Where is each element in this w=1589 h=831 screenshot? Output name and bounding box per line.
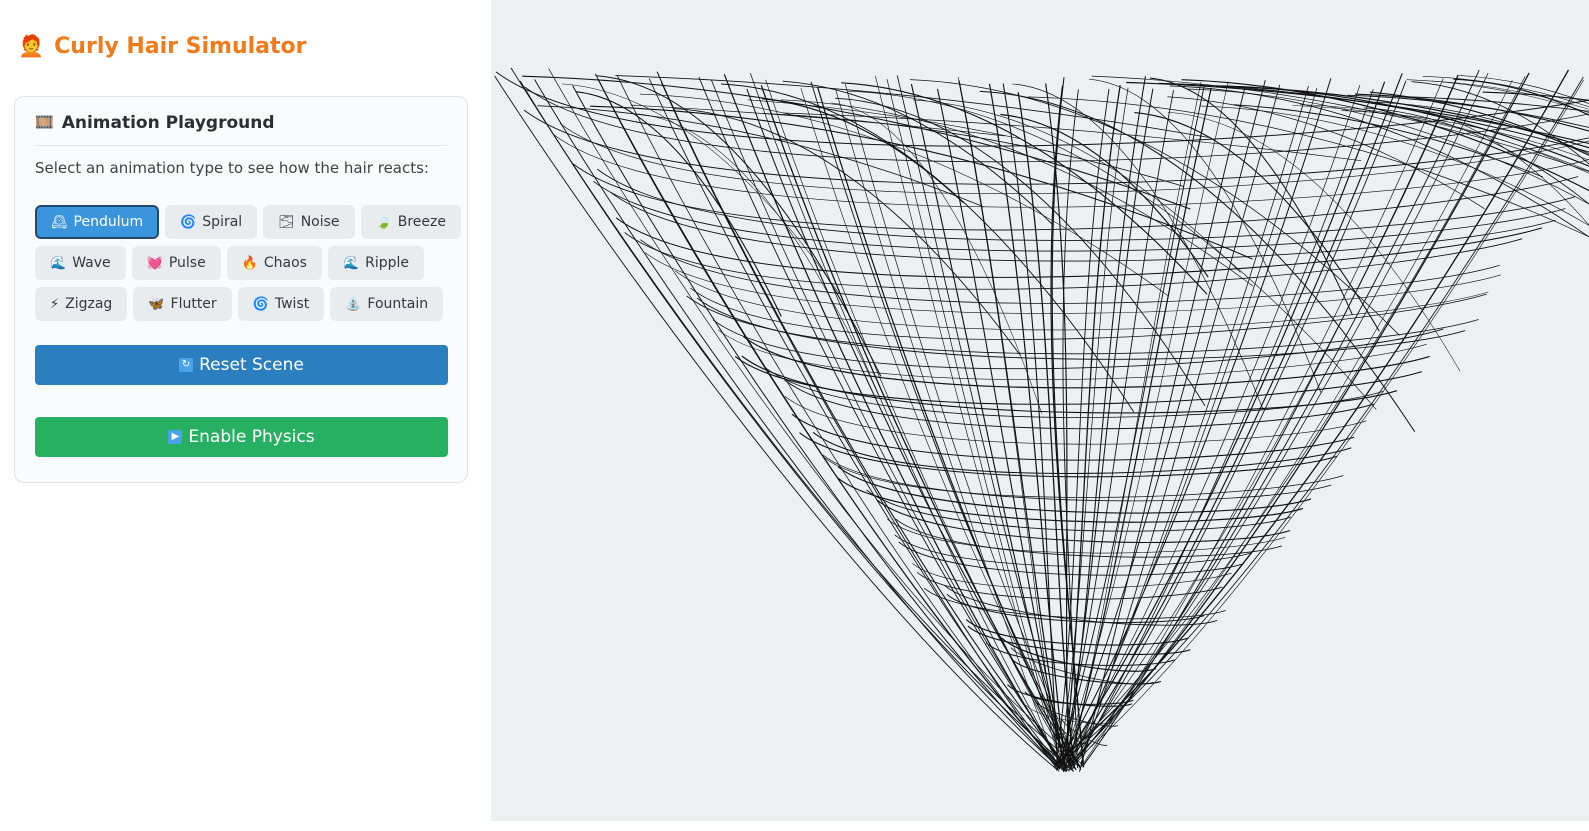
animation-row-2: 🌊 Wave 💓 Pulse 🔥 Chaos 🌊 Ripple — [35, 246, 425, 280]
hair-curl-ring — [640, 239, 1500, 304]
hair-strand — [1068, 82, 1202, 770]
hair-wireframe-canvas[interactable] — [491, 0, 1589, 821]
animation-button-zigzag[interactable]: ⚡ Zigzag — [35, 287, 128, 321]
hair-strand — [494, 75, 1058, 771]
animation-button-label: Fountain — [367, 296, 429, 312]
animation-button-pulse[interactable]: 💓 Pulse — [131, 246, 221, 280]
panel-title: Animation Playground — [61, 113, 275, 133]
hair-render-viewport[interactable] — [491, 0, 1589, 821]
animation-button-chaos[interactable]: 🔥 Chaos — [226, 246, 322, 280]
hair-strand — [1065, 76, 1147, 771]
animation-button-flutter[interactable]: 🦋 Flutter — [133, 287, 232, 321]
animation-button-label: Pendulum — [73, 214, 144, 230]
animation-button-label: Spiral — [202, 214, 243, 230]
animation-button-label: Pulse — [168, 255, 206, 271]
animation-button-label: Wave — [72, 255, 111, 271]
animation-button-label: Ripple — [365, 255, 410, 271]
fountain-icon: ⛲ — [345, 296, 362, 312]
beating-heart-icon: 💓 — [146, 255, 163, 271]
cyclone-icon: 🌀 — [180, 214, 197, 230]
fire-icon: 🔥 — [241, 255, 258, 271]
panel-header: 🎞️ Animation Playground — [35, 113, 447, 146]
hair-cross-strand — [1181, 79, 1589, 192]
hair-curl-ring — [686, 295, 1479, 355]
hair-strand — [1066, 72, 1530, 768]
fog-icon: 🌫 — [278, 214, 295, 230]
hair-cross-strand — [1354, 93, 1589, 132]
hair-strand — [548, 68, 1083, 765]
hair-strand — [723, 74, 1063, 767]
animation-button-label: Noise — [300, 214, 340, 230]
animation-button-fountain[interactable]: ⛲ Fountain — [330, 287, 444, 321]
animation-button-pendulum[interactable]: 🕰 Pendulum — [35, 205, 160, 239]
enable-physics-button[interactable]: ▶ Enable Physics — [35, 417, 448, 457]
animation-button-label: Zigzag — [65, 296, 113, 312]
sidebar: 🧑‍🦰 Curly Hair Simulator 🎞️ Animation Pl… — [0, 0, 491, 831]
animation-row-3: ⚡ Zigzag 🦋 Flutter 🌀 Twist ⛲ Fountain — [35, 287, 444, 321]
wave-icon: 🌊 — [50, 255, 67, 271]
animation-button-ripple[interactable]: 🌊 Ripple — [327, 246, 425, 280]
hair-curl-ring — [645, 252, 1502, 314]
app-title-text: Curly Hair Simulator — [54, 34, 307, 59]
reset-scene-label: Reset Scene — [199, 355, 304, 375]
hair-strand — [594, 73, 1060, 765]
animation-row-1: 🕰 Pendulum 🌀 Spiral 🌫 Noise 🍃 Breeze — [35, 205, 461, 239]
hair-strand — [1058, 78, 1332, 765]
hair-curl-ring — [965, 619, 1189, 646]
hair-curl-ring — [812, 431, 1352, 474]
hair-curl-ring — [895, 518, 1283, 558]
animation-button-breeze[interactable]: 🍃 Breeze — [360, 205, 461, 239]
hair-cross-strand — [1422, 75, 1589, 108]
person-red-hair-icon: 🧑‍🦰 — [18, 34, 45, 58]
animation-button-twist[interactable]: 🌀 Twist — [237, 287, 325, 321]
reset-scene-button[interactable]: ↻ Reset Scene — [35, 345, 448, 385]
hair-curl-ring — [943, 584, 1218, 626]
hair-curl-ring — [559, 123, 1589, 194]
hair-cross-strand — [1374, 101, 1589, 155]
enable-physics-label: Enable Physics — [188, 427, 315, 447]
cyclone-icon: 🌀 — [252, 296, 269, 312]
film-frames-icon: 🎞️ — [35, 113, 54, 131]
animation-button-wave[interactable]: 🌊 Wave — [35, 246, 126, 280]
hair-cross-strand — [1089, 78, 1322, 393]
hair-curl-ring — [887, 518, 1286, 554]
hair-strand — [1062, 88, 1154, 765]
animation-button-spiral[interactable]: 🌀 Spiral — [165, 205, 258, 239]
animation-button-label: Breeze — [397, 214, 446, 230]
panel-description: Select an animation type to see how the … — [35, 159, 429, 177]
animation-playground-panel: 🎞️ Animation Playground Select an animat… — [14, 96, 468, 483]
mantel-clock-icon: 🕰 — [51, 214, 68, 230]
butterfly-icon: 🦋 — [148, 296, 165, 312]
animation-button-label: Twist — [274, 296, 310, 312]
app-title: 🧑‍🦰 Curly Hair Simulator — [18, 34, 307, 59]
hair-curl-ring — [597, 168, 1575, 241]
lightning-icon: ⚡ — [50, 296, 60, 312]
leaf-icon: 🍃 — [375, 214, 392, 230]
play-icon: ▶ — [168, 430, 183, 444]
hair-strand — [572, 85, 1061, 769]
refresh-icon: ↻ — [179, 358, 194, 372]
hair-strand — [597, 78, 1065, 772]
wave-icon: 🌊 — [342, 255, 360, 271]
hair-cross-strand — [1292, 105, 1589, 172]
hair-cross-strand — [1012, 83, 1264, 410]
animation-button-label: Flutter — [170, 296, 217, 312]
hair-curl-ring — [967, 625, 1191, 656]
animation-button-noise[interactable]: 🌫 Noise — [263, 205, 355, 239]
animation-button-label: Chaos — [263, 255, 307, 271]
